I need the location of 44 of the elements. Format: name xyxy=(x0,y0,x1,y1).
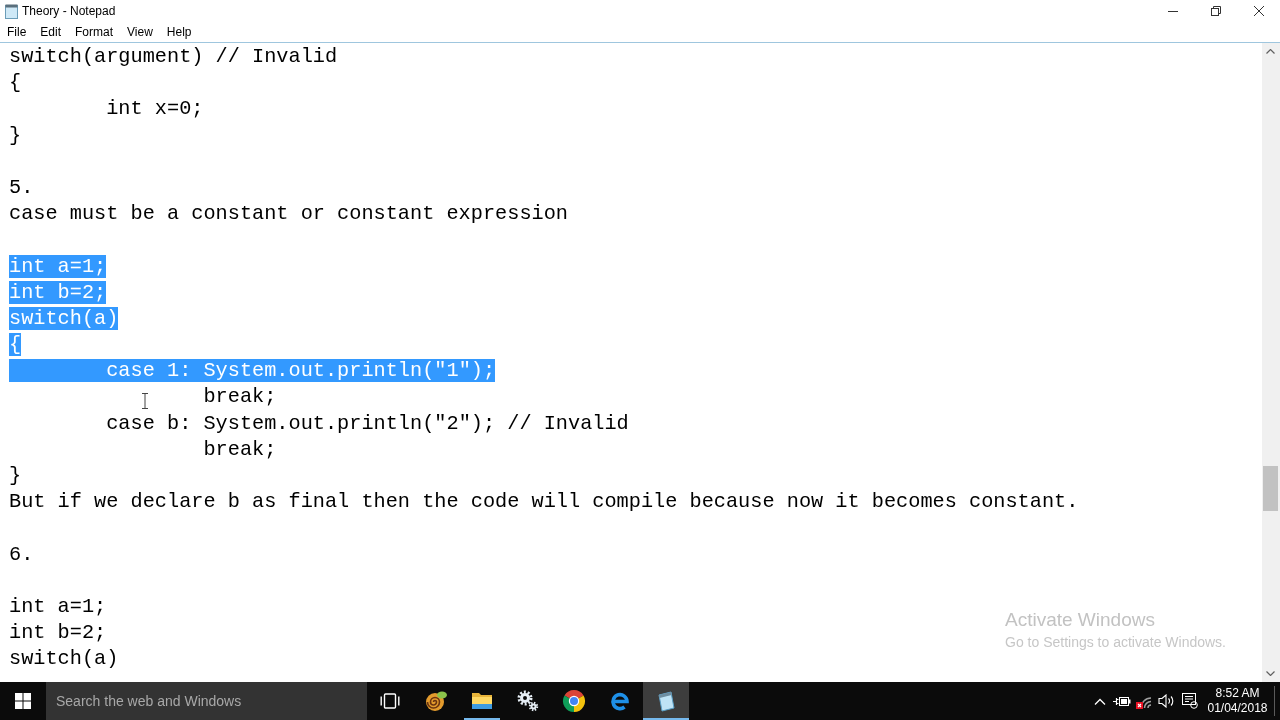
text-line: break; xyxy=(203,437,277,461)
ring-logo-icon xyxy=(562,689,586,713)
text-line: { xyxy=(9,71,22,95)
close-icon xyxy=(1253,6,1264,16)
text-line: int x=0; xyxy=(106,97,204,121)
battery-plug-icon xyxy=(1113,695,1131,707)
menu-item[interactable]: View xyxy=(120,22,160,42)
menu-item[interactable]: Help xyxy=(159,22,199,42)
scrollbar-thumb[interactable] xyxy=(1263,466,1278,511)
text-line: 5. xyxy=(9,175,34,199)
text-line: switch(argument) // Invalid xyxy=(9,45,338,68)
text-line: } xyxy=(9,123,22,147)
text-line: But if we declare b as final then the code will compile because now it becomes constant. xyxy=(9,490,1079,514)
menu-item[interactable]: Format xyxy=(68,22,121,42)
menu-item[interactable]: File xyxy=(0,22,34,42)
text-line: break; xyxy=(203,385,277,409)
text-line: int a=1; xyxy=(9,594,107,618)
text-line: 6. xyxy=(9,542,34,566)
activation-message: Go to Settings to activate Windows. xyxy=(1005,633,1226,651)
activation-title: Activate Windows xyxy=(1005,608,1156,632)
menu-item[interactable]: Edit xyxy=(33,22,69,42)
text-line: int b=2; xyxy=(9,621,107,645)
text-line: } xyxy=(9,464,22,487)
notification-icon xyxy=(1181,693,1198,709)
search-field[interactable]: Search the web and Windows xyxy=(46,682,367,720)
speaker-icon xyxy=(1158,694,1175,708)
text-line: case must be a constant or constant expression xyxy=(9,202,568,226)
text-line: switch(a) xyxy=(9,647,119,671)
clock-button[interactable]: 8:52 AM 01/04/2018 xyxy=(1201,682,1274,720)
restore-icon xyxy=(1210,6,1221,16)
notepad-icon xyxy=(5,3,18,19)
text-line: case b: System.out.println("2"); // Invalid xyxy=(106,411,629,435)
window-title: Theory - Notepad xyxy=(22,3,116,19)
minimize-icon xyxy=(1167,10,1178,12)
task-view-icon xyxy=(380,693,400,709)
swirl-icon xyxy=(424,689,448,713)
chevron-down-icon xyxy=(1266,671,1275,676)
windows-logo-icon xyxy=(15,693,31,709)
chevron-up-icon xyxy=(1094,697,1106,705)
taskbar-app-button[interactable] xyxy=(643,682,689,720)
i-beam-cursor-icon xyxy=(141,393,149,409)
gears-icon xyxy=(516,689,540,713)
vertical-scrollbar[interactable] xyxy=(1262,43,1280,682)
chevron-up-icon xyxy=(1266,49,1275,54)
